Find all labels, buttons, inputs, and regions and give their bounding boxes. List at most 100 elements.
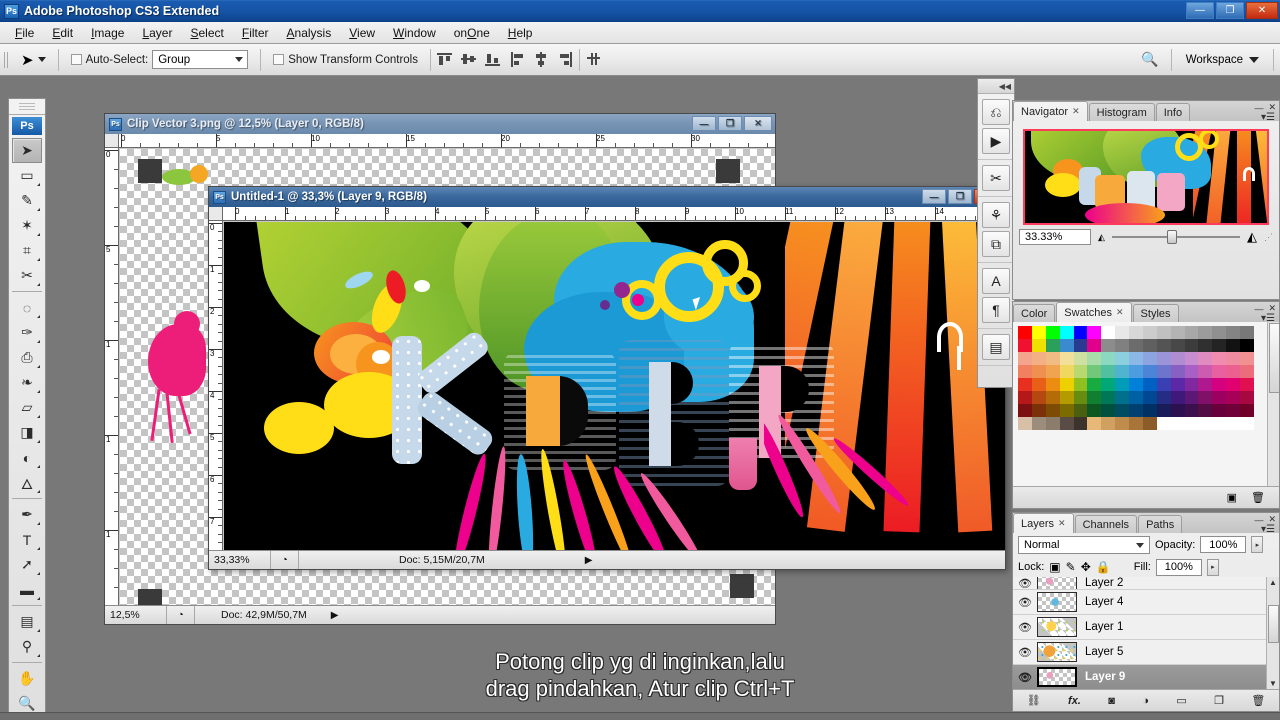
layer-visibility-toggle-eye-icon[interactable]: 👁	[1013, 596, 1037, 609]
clip-vector-preview-icon[interactable]: ◔	[167, 606, 195, 624]
actions-button[interactable]: ▶	[982, 128, 1010, 154]
brush-tool[interactable]: ✑	[12, 320, 42, 345]
auto-select-dropdown[interactable]: Group	[152, 50, 249, 69]
navigator-panel-menu-icon[interactable]: ▾☰	[1261, 112, 1275, 123]
menu-image[interactable]: Image	[82, 24, 133, 42]
rectangular-marquee-tool[interactable]: ▭	[12, 163, 42, 188]
scroll-up-icon[interactable]: ▲	[1269, 578, 1277, 587]
clip-vector-maximize-button[interactable]: ❐	[718, 116, 742, 131]
color-swatch[interactable]	[1087, 404, 1102, 417]
color-swatch[interactable]	[1240, 404, 1254, 417]
color-swatch[interactable]	[1156, 326, 1171, 339]
color-swatch[interactable]	[1142, 378, 1157, 391]
layers-scroll-thumb[interactable]	[1268, 605, 1279, 643]
menu-file[interactable]: File	[6, 24, 43, 42]
color-swatch[interactable]	[1101, 417, 1116, 430]
color-swatch[interactable]	[1045, 326, 1060, 339]
clip-vector-minimize-button[interactable]: —	[692, 116, 716, 131]
horizontal-type-tool[interactable]: T	[12, 527, 42, 552]
blend-mode-dropdown[interactable]: Normal	[1018, 535, 1150, 554]
color-swatch[interactable]	[1240, 378, 1254, 391]
color-swatch[interactable]	[1045, 352, 1060, 365]
color-swatch[interactable]	[1073, 417, 1088, 430]
minimize-icon[interactable]: —	[1254, 515, 1263, 525]
color-swatch[interactable]	[1212, 391, 1227, 404]
color-swatch[interactable]	[1184, 365, 1199, 378]
tool-presets-button[interactable]: ✂	[982, 165, 1010, 191]
color-swatch[interactable]	[1198, 339, 1213, 352]
color-swatch[interactable]	[1115, 352, 1130, 365]
color-swatch[interactable]	[1129, 326, 1143, 339]
color-swatch[interactable]	[1059, 378, 1074, 391]
color-swatch[interactable]	[1129, 365, 1143, 378]
color-swatch[interactable]	[1156, 417, 1171, 430]
swatches-scroll-thumb[interactable]	[1269, 323, 1279, 393]
lock-image-pixels-icon[interactable]: ✎	[1066, 560, 1076, 574]
color-swatch[interactable]	[1226, 391, 1241, 404]
navigator-zoom-slider-handle[interactable]	[1166, 230, 1177, 244]
color-swatch[interactable]	[1142, 326, 1157, 339]
align-right-edges-icon[interactable]	[558, 52, 573, 67]
swatches-scrollbar[interactable]	[1267, 322, 1279, 486]
color-swatch[interactable]	[1059, 339, 1074, 352]
align-vertical-centers-icon[interactable]	[460, 52, 476, 67]
color-swatch[interactable]	[1087, 339, 1102, 352]
navigator-zoom-input[interactable]: 33.33%	[1019, 229, 1091, 245]
zoom-in-icon[interactable]: ◭	[1247, 229, 1257, 245]
lasso-tool[interactable]: ✎	[12, 188, 42, 213]
untitled-preview-icon[interactable]: ◔	[271, 551, 299, 569]
color-swatch[interactable]	[1115, 417, 1130, 430]
clip-vector-zoom-field[interactable]: 12,5%	[105, 606, 167, 624]
blur-tool[interactable]: ◐	[12, 445, 42, 470]
color-swatch[interactable]	[1240, 391, 1254, 404]
color-swatch[interactable]	[1184, 339, 1199, 352]
color-swatch[interactable]	[1129, 404, 1143, 417]
tab-styles[interactable]: Styles	[1132, 304, 1179, 322]
color-swatch[interactable]	[1156, 365, 1171, 378]
color-swatch[interactable]	[1073, 404, 1088, 417]
toolbox-drag-handle[interactable]	[9, 99, 45, 115]
color-swatch[interactable]	[1142, 365, 1157, 378]
untitled-zoom-field[interactable]: 33,33%	[209, 551, 271, 569]
color-swatch[interactable]	[1115, 391, 1130, 404]
color-swatch[interactable]	[1142, 417, 1157, 430]
color-swatch[interactable]	[1142, 339, 1157, 352]
history-button[interactable]: ⎌	[982, 99, 1010, 125]
color-swatch[interactable]	[1018, 326, 1032, 339]
align-top-edges-icon[interactable]	[436, 52, 452, 67]
color-swatch[interactable]	[1045, 339, 1060, 352]
gradient-tool[interactable]: ◨	[12, 420, 42, 445]
tab-channels[interactable]: Channels	[1074, 515, 1138, 533]
clip-vector-close-button[interactable]: ✕	[744, 116, 772, 131]
color-swatch[interactable]	[1170, 352, 1185, 365]
color-swatch[interactable]	[1170, 417, 1185, 430]
color-swatch[interactable]	[1198, 365, 1213, 378]
untitled-maximize-button[interactable]: ❐	[948, 189, 972, 204]
show-transform-checkbox[interactable]	[273, 54, 285, 65]
new-swatch-icon[interactable]: ▣	[1227, 491, 1237, 504]
close-icon[interactable]: ✕	[1116, 307, 1124, 318]
lock-transparent-pixels-icon[interactable]: ▣	[1049, 560, 1060, 574]
color-swatch[interactable]	[1087, 365, 1102, 378]
toolbox-logo-icon[interactable]: Ps	[12, 117, 42, 135]
color-swatch[interactable]	[1059, 326, 1074, 339]
color-swatch[interactable]	[1226, 326, 1241, 339]
color-swatch[interactable]	[1240, 365, 1254, 378]
untitled-status-arrow-icon[interactable]: ▶	[585, 555, 593, 566]
color-swatch[interactable]	[1198, 378, 1213, 391]
color-swatch[interactable]	[1045, 391, 1060, 404]
untitled-document-window[interactable]: Ps Untitled-1 @ 33,3% (Layer 9, RGB/8) —…	[208, 186, 1006, 570]
clip-vector-title-bar[interactable]: Ps Clip Vector 3.png @ 12,5% (Layer 0, R…	[105, 114, 775, 134]
color-swatch[interactable]	[1170, 326, 1185, 339]
clip-vector-vertical-ruler[interactable]: 051113	[105, 148, 119, 605]
color-swatch[interactable]	[1212, 339, 1227, 352]
color-swatch[interactable]	[1073, 391, 1088, 404]
layer-visibility-toggle-eye-icon[interactable]: 👁	[1013, 621, 1037, 634]
color-swatch[interactable]	[1031, 391, 1046, 404]
color-swatch[interactable]	[1170, 365, 1185, 378]
color-swatch[interactable]	[1198, 391, 1213, 404]
color-swatch[interactable]	[1045, 365, 1060, 378]
color-swatch[interactable]	[1101, 391, 1116, 404]
tab-color[interactable]: Color	[1013, 304, 1056, 322]
untitled-title-bar[interactable]: Ps Untitled-1 @ 33,3% (Layer 9, RGB/8) —…	[209, 187, 1005, 207]
